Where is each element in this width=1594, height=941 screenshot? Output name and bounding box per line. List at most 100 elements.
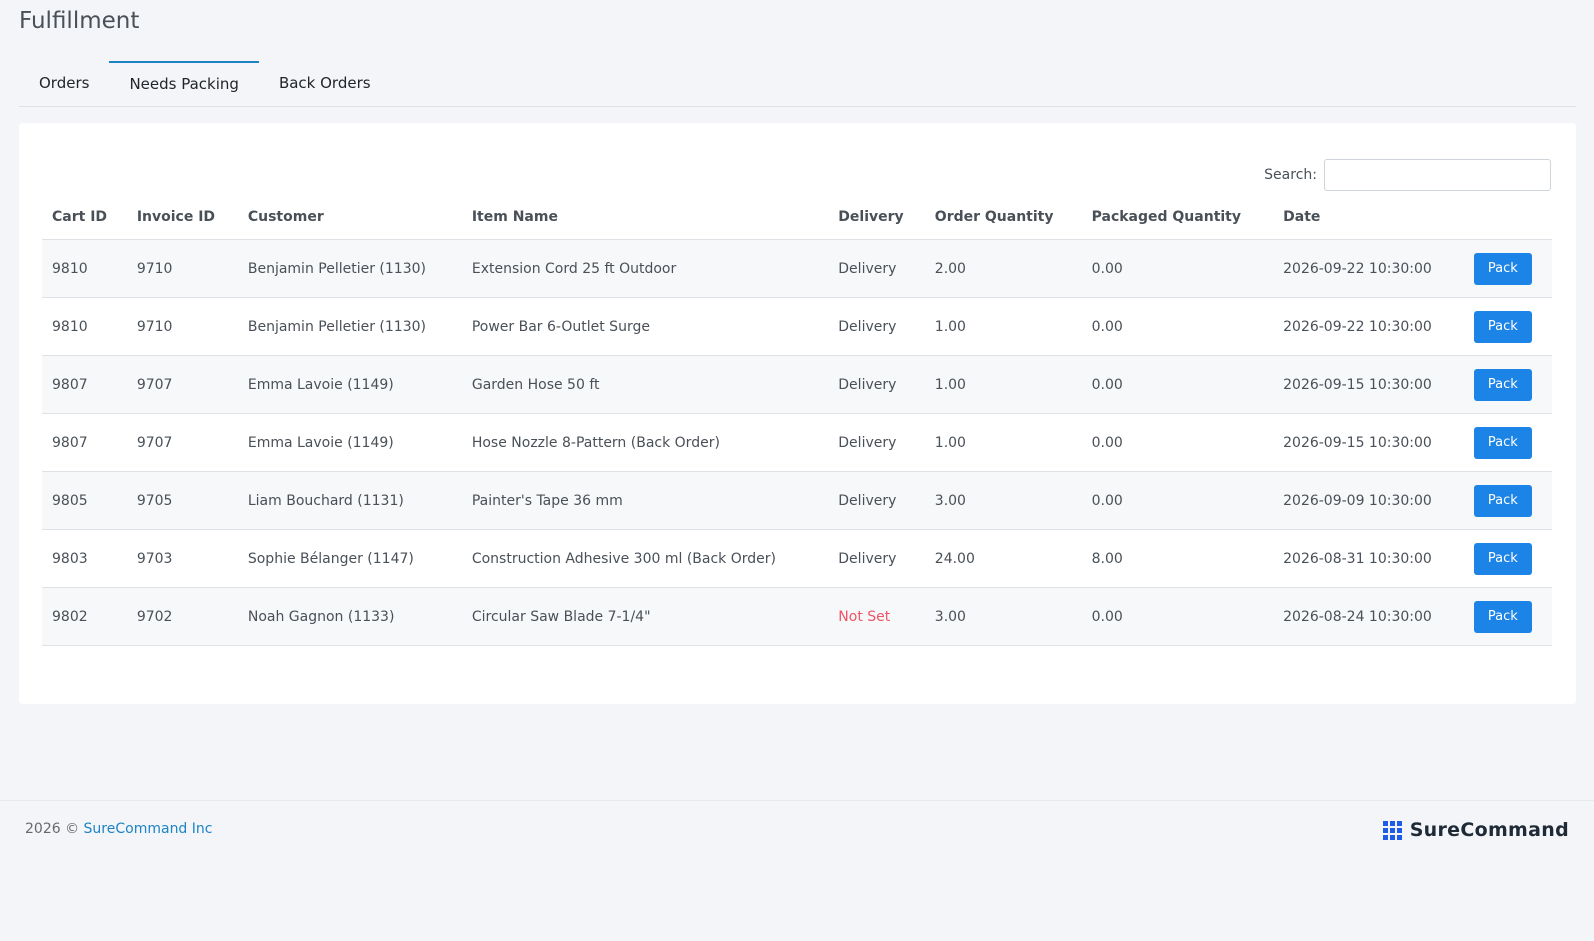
packing-table: Cart ID Invoice ID Customer Item Name De… — [42, 194, 1552, 646]
table-row: 9802 9702 Noah Gagnon (1133) Circular Sa… — [42, 587, 1552, 646]
search-area: Search: — [1264, 159, 1551, 191]
table-header-row: Cart ID Invoice ID Customer Item Name De… — [42, 194, 1552, 240]
tab-back-orders[interactable]: Back Orders — [259, 61, 391, 105]
cart-id-cell: 9805 — [42, 471, 127, 530]
pack-button[interactable]: Pack — [1473, 484, 1532, 517]
tab-bar: Orders Needs Packing Back Orders — [19, 61, 1576, 107]
delivery-cell-not-set: Not Set — [828, 587, 925, 646]
tab-orders[interactable]: Orders — [19, 61, 109, 105]
customer-cell: Sophie Bélanger (1147) — [237, 529, 462, 588]
packaged-quantity-cell: 0.00 — [1081, 297, 1274, 356]
table-row: 9810 9710 Benjamin Pelletier (1130) Exte… — [42, 239, 1552, 298]
page-title: Fulfillment — [19, 8, 140, 34]
delivery-cell: Delivery — [828, 529, 925, 588]
cart-id-cell: 9802 — [42, 587, 127, 646]
packaged-quantity-cell: 0.00 — [1081, 587, 1274, 646]
order-quantity-cell: 1.00 — [924, 413, 1082, 472]
item-name-cell: Construction Adhesive 300 ml (Back Order… — [461, 529, 829, 588]
column-header-invoice-id[interactable]: Invoice ID — [126, 194, 238, 240]
needs-packing-panel: Search: Cart ID Invoice ID Customer Item… — [19, 123, 1576, 704]
cart-id-cell: 9810 — [42, 239, 127, 298]
table-row: 9807 9707 Emma Lavoie (1149) Hose Nozzle… — [42, 413, 1552, 472]
column-header-order-quantity[interactable]: Order Quantity — [924, 194, 1082, 240]
action-cell: Pack — [1463, 471, 1552, 530]
customer-cell: Emma Lavoie (1149) — [237, 355, 462, 414]
cart-id-cell: 9807 — [42, 413, 127, 472]
copyright-text: 2026 © — [25, 821, 80, 837]
table-row: 9810 9710 Benjamin Pelletier (1130) Powe… — [42, 297, 1552, 356]
customer-cell: Benjamin Pelletier (1130) — [237, 297, 462, 356]
order-quantity-cell: 3.00 — [924, 587, 1082, 646]
invoice-id-cell: 9705 — [126, 471, 238, 530]
delivery-cell: Delivery — [828, 413, 925, 472]
delivery-cell: Delivery — [828, 297, 925, 356]
cart-id-cell: 9810 — [42, 297, 127, 356]
invoice-id-cell: 9707 — [126, 413, 238, 472]
customer-cell: Benjamin Pelletier (1130) — [237, 239, 462, 298]
action-cell: Pack — [1463, 355, 1552, 414]
pack-button[interactable]: Pack — [1473, 600, 1532, 633]
search-input[interactable] — [1324, 159, 1551, 191]
brand-name: SureCommand — [1409, 819, 1569, 841]
column-header-customer[interactable]: Customer — [237, 194, 462, 240]
invoice-id-cell: 9703 — [126, 529, 238, 588]
column-header-action — [1463, 194, 1552, 240]
delivery-cell: Delivery — [828, 471, 925, 530]
date-cell: 2026-09-15 10:30:00 — [1273, 413, 1464, 472]
invoice-id-cell: 9710 — [126, 239, 238, 298]
column-header-cart-id[interactable]: Cart ID — [42, 194, 127, 240]
pack-button[interactable]: Pack — [1473, 368, 1532, 401]
date-cell: 2026-09-22 10:30:00 — [1273, 297, 1464, 356]
cart-id-cell: 9803 — [42, 529, 127, 588]
column-header-date[interactable]: Date — [1273, 194, 1464, 240]
packaged-quantity-cell: 8.00 — [1081, 529, 1274, 588]
item-name-cell: Circular Saw Blade 7-1/4" — [461, 587, 829, 646]
customer-cell: Liam Bouchard (1131) — [237, 471, 462, 530]
date-cell: 2026-09-22 10:30:00 — [1273, 239, 1464, 298]
company-link[interactable]: SureCommand Inc — [84, 821, 213, 837]
table-row: 9807 9707 Emma Lavoie (1149) Garden Hose… — [42, 355, 1552, 414]
order-quantity-cell: 2.00 — [924, 239, 1082, 298]
order-quantity-cell: 24.00 — [924, 529, 1082, 588]
item-name-cell: Hose Nozzle 8-Pattern (Back Order) — [461, 413, 829, 472]
customer-cell: Noah Gagnon (1133) — [237, 587, 462, 646]
order-quantity-cell: 1.00 — [924, 297, 1082, 356]
item-name-cell: Painter's Tape 36 mm — [461, 471, 829, 530]
pack-button[interactable]: Pack — [1473, 252, 1532, 285]
brand-logo[interactable]: SureCommand — [1382, 819, 1569, 841]
invoice-id-cell: 9710 — [126, 297, 238, 356]
customer-cell: Emma Lavoie (1149) — [237, 413, 462, 472]
table-row: 9803 9703 Sophie Bélanger (1147) Constru… — [42, 529, 1552, 588]
action-cell: Pack — [1463, 297, 1552, 356]
pack-button[interactable]: Pack — [1473, 426, 1532, 459]
date-cell: 2026-09-09 10:30:00 — [1273, 471, 1464, 530]
packaged-quantity-cell: 0.00 — [1081, 471, 1274, 530]
action-cell: Pack — [1463, 587, 1552, 646]
column-header-item-name[interactable]: Item Name — [461, 194, 829, 240]
delivery-cell: Delivery — [828, 239, 925, 298]
search-label: Search: — [1264, 167, 1317, 183]
item-name-cell: Power Bar 6-Outlet Surge — [461, 297, 829, 356]
order-quantity-cell: 3.00 — [924, 471, 1082, 530]
action-cell: Pack — [1463, 529, 1552, 588]
pack-button[interactable]: Pack — [1473, 310, 1532, 343]
packaged-quantity-cell: 0.00 — [1081, 239, 1274, 298]
column-header-delivery[interactable]: Delivery — [828, 194, 925, 240]
item-name-cell: Garden Hose 50 ft — [461, 355, 829, 414]
date-cell: 2026-08-24 10:30:00 — [1273, 587, 1464, 646]
invoice-id-cell: 9707 — [126, 355, 238, 414]
action-cell: Pack — [1463, 413, 1552, 472]
pack-button[interactable]: Pack — [1473, 542, 1532, 575]
order-quantity-cell: 1.00 — [924, 355, 1082, 414]
packaged-quantity-cell: 0.00 — [1081, 355, 1274, 414]
action-cell: Pack — [1463, 239, 1552, 298]
packaged-quantity-cell: 0.00 — [1081, 413, 1274, 472]
footer: 2026 © SureCommand Inc SureCommand — [0, 800, 1594, 941]
date-cell: 2026-08-31 10:30:00 — [1273, 529, 1464, 588]
column-header-packaged-quantity[interactable]: Packaged Quantity — [1081, 194, 1274, 240]
table-row: 9805 9705 Liam Bouchard (1131) Painter's… — [42, 471, 1552, 530]
date-cell: 2026-09-15 10:30:00 — [1273, 355, 1464, 414]
tab-needs-packing[interactable]: Needs Packing — [109, 61, 259, 105]
cart-id-cell: 9807 — [42, 355, 127, 414]
item-name-cell: Extension Cord 25 ft Outdoor — [461, 239, 829, 298]
